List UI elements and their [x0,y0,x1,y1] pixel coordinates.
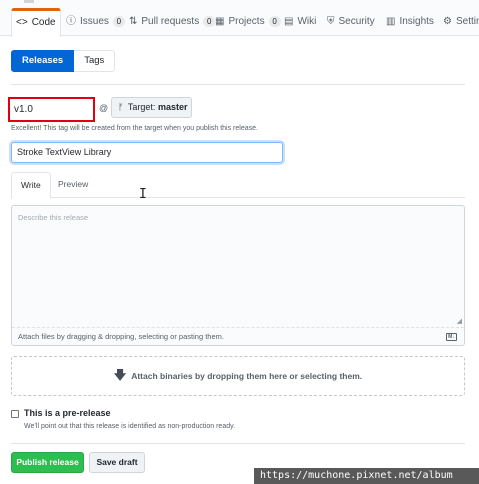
target-branch-name: master [157,102,188,112]
resize-handle-icon[interactable]: ◢ [457,318,462,325]
prerelease-checkbox[interactable] [11,410,19,418]
release-subnav: Releases Tags [11,50,116,72]
tags-button[interactable]: Tags [74,50,116,72]
tab-wiki[interactable]: ▤ Wiki [280,10,320,37]
repo-nav: <> Code ⓘ Issues 0 ⇅ Pull requests 0 ▦ P… [0,0,479,37]
arrow-down-icon: 🡇 [113,367,127,382]
section-divider [11,84,465,85]
projects-count: 0 [268,16,281,27]
issue-icon: ⓘ [66,16,76,27]
shield-icon: ⛨ [327,16,335,27]
gear-icon: ⚙ [443,16,452,27]
prerelease-note: We’ll point out that this release is ide… [24,423,236,430]
tab-security[interactable]: ⛨ Security [323,10,379,37]
code-icon: <> [16,17,28,28]
graph-icon: ▥ [386,16,396,27]
publish-release-button[interactable]: Publish release [11,452,84,473]
tab-insights-label: Insights [399,16,434,27]
description-placeholder: Describe this release [18,213,89,222]
book-icon: ▤ [284,16,294,27]
attach-files-bar[interactable]: Attach files by dragging & dropping, sel… [12,327,464,345]
issues-count: 0 [112,16,125,27]
save-draft-button[interactable]: Save draft [89,452,145,473]
markdown-icon[interactable]: M↓ [446,333,457,341]
tab-security-label: Security [338,16,375,27]
tab-settings-label: Settings [455,16,479,27]
tab-code-label: Code [31,17,56,28]
prerelease-label[interactable]: This is a pre-release [24,408,111,418]
releases-button[interactable]: Releases [11,50,75,72]
editor-tabs: Write Preview [11,172,465,199]
pull-request-icon: ⇅ [129,16,138,27]
target-branch-button[interactable]: ᚠ Target: master [111,97,192,118]
attach-files-text: Attach files by dragging & dropping, sel… [18,332,224,341]
tab-projects[interactable]: ▦ Projects 0 [211,10,285,37]
binaries-dropzone[interactable]: 🡇 Attach binaries by dropping them here … [11,356,465,396]
binaries-text: Attach binaries by dropping them here or… [131,371,363,381]
branch-icon: ᚠ [118,102,124,112]
tab-wiki-label: Wiki [297,16,317,27]
tab-insights[interactable]: ▥ Insights [382,10,438,37]
tab-issues[interactable]: ⓘ Issues 0 [62,10,129,37]
tab-pull-requests[interactable]: ⇅ Pull requests 0 [125,10,219,37]
at-symbol: @ [99,103,109,113]
tag-version-input[interactable]: v1.0 [8,97,95,122]
tab-write[interactable]: Write [11,172,51,199]
project-icon: ▦ [215,16,225,27]
tag-hint: Excellent! This tag will be created from… [11,125,258,132]
release-description-textarea[interactable]: Describe this release ◢ Attach files by … [11,205,465,346]
tab-pull-requests-label: Pull requests [141,16,200,27]
footer-divider [11,443,465,444]
tab-settings[interactable]: ⚙ Settings [439,10,479,37]
watermark: https://muchone.pixnet.net/album [254,468,479,484]
tab-preview[interactable]: Preview [49,172,97,198]
target-label: Target: [127,102,156,112]
tab-projects-label: Projects [228,16,265,27]
header-edge [24,0,34,3]
release-title-input[interactable]: Stroke TextView Library [11,142,283,163]
tab-code[interactable]: <> Code [11,8,61,37]
tab-issues-label: Issues [80,16,109,27]
text-cursor-icon: I [139,187,147,202]
